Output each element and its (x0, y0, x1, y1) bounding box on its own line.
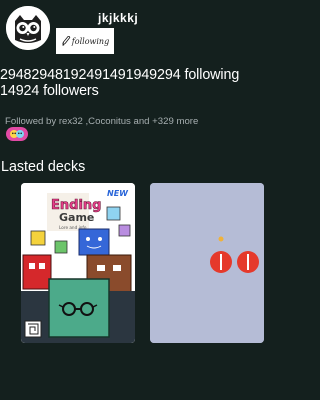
pencil-icon (62, 35, 71, 46)
followed-by-text[interactable]: Followed by rex32 ,Coconitus and +329 mo… (5, 116, 198, 127)
owl-avatar-icon (6, 6, 50, 50)
emoji-badge-icon[interactable] (6, 127, 28, 141)
following-button-label: following (71, 36, 110, 46)
avatar[interactable] (6, 6, 50, 50)
deck-new-badge: NEW (107, 189, 129, 198)
following-count: 2948294819249149194929​4 following (0, 67, 240, 83)
deck-cover-art: Ending Game Lore and info NEW (21, 183, 135, 343)
mini-faces-icon (10, 130, 24, 138)
deck-card-ending-game[interactable]: Ending Game Lore and info NEW (21, 183, 135, 343)
deck-card-2[interactable] (150, 183, 264, 343)
following-button[interactable]: following (56, 28, 114, 54)
profile-stats: 2948294819249149194929​4 following 14924… (0, 67, 286, 99)
deck-title-line2: Game (59, 211, 94, 224)
followers-count[interactable]: 14924 followers (0, 83, 286, 99)
username: jkjkkkj (98, 11, 139, 25)
section-title-lasted-decks: Lasted decks (1, 159, 86, 175)
deck-cover-art-2 (150, 183, 264, 343)
